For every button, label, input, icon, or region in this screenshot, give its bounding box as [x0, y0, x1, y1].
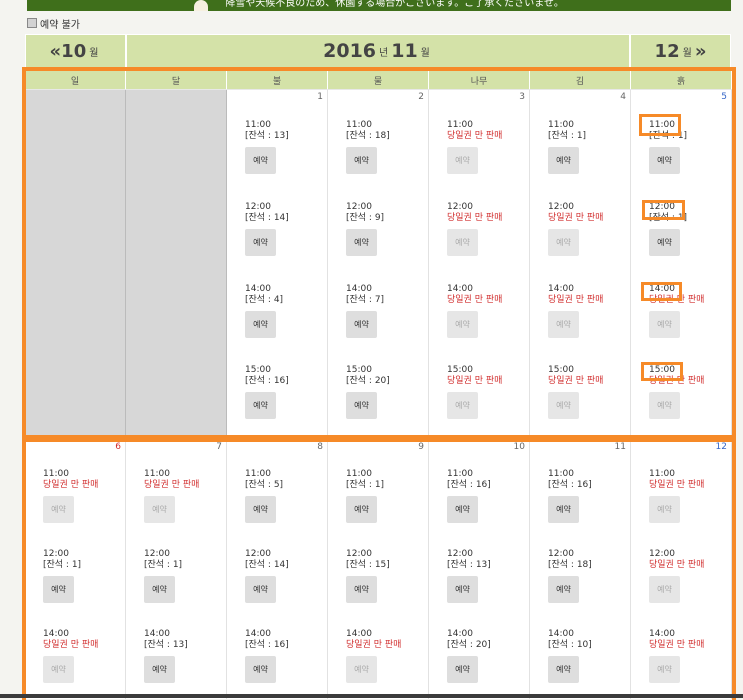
calendar-title: 2016 년 11 월 [126, 34, 630, 68]
legend-label: 예약 불가 [40, 19, 80, 31]
highlight-slot-time [641, 362, 683, 381]
next-month-button[interactable]: 12 월» [630, 34, 731, 68]
notice-banner: 降雪や天候不良のため、休園する場合がございます。ご了承くださいませ。 [27, 0, 731, 11]
next-month-label: 12 [654, 40, 680, 62]
highlight-box-week2 [22, 438, 736, 700]
calendar-month: 11 [391, 40, 418, 62]
legend: 예약 불가 [27, 17, 80, 31]
unavailable-swatch-icon [27, 18, 37, 28]
prev-month-button[interactable]: «10 월 [25, 34, 126, 68]
prev-month-label: «10 [49, 40, 87, 62]
notice-banner-text: 降雪や天候不良のため、休園する場合がございます。ご了承くださいませ。 [225, 0, 564, 9]
highlight-slot-time [641, 282, 682, 301]
prev-month-unit: 월 [89, 47, 99, 59]
highlight-box-week1 [22, 67, 736, 439]
mascot-icon [194, 0, 209, 11]
calendar-month-unit: 월 [420, 47, 430, 59]
highlight-slot-time [642, 200, 685, 220]
calendar-year: 2016 [323, 40, 377, 62]
next-arrow-icon: » [694, 40, 707, 62]
footer-bar [0, 694, 743, 698]
calendar-year-unit: 년 [379, 47, 389, 59]
highlight-slot-time [639, 114, 681, 136]
month-navigation: «10 월 2016 년 11 월 12 월» [25, 34, 731, 68]
next-month-unit: 월 [682, 47, 692, 59]
